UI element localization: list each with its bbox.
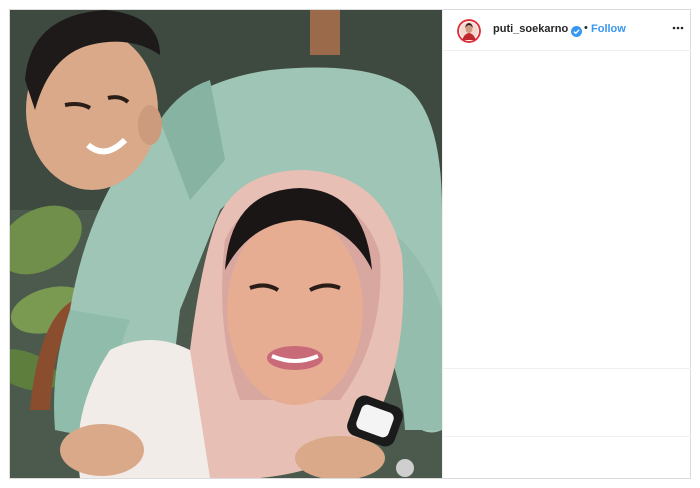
divider: [443, 436, 691, 437]
post-sidebar: puti_soekarno • Follow: [442, 10, 691, 478]
more-options-icon[interactable]: [671, 21, 685, 35]
divider: [443, 368, 691, 369]
avatar[interactable]: [457, 19, 481, 43]
follow-button[interactable]: Follow: [591, 23, 626, 35]
post-photo[interactable]: [10, 10, 442, 478]
separator-dot: •: [584, 22, 588, 34]
instagram-post: puti_soekarno • Follow: [9, 9, 691, 479]
verified-badge-icon: [571, 24, 582, 37]
username[interactable]: puti_soekarno: [493, 23, 568, 35]
post-header: puti_soekarno • Follow: [443, 10, 691, 51]
photo-illustration: [10, 10, 442, 478]
avatar-image: [457, 19, 481, 43]
